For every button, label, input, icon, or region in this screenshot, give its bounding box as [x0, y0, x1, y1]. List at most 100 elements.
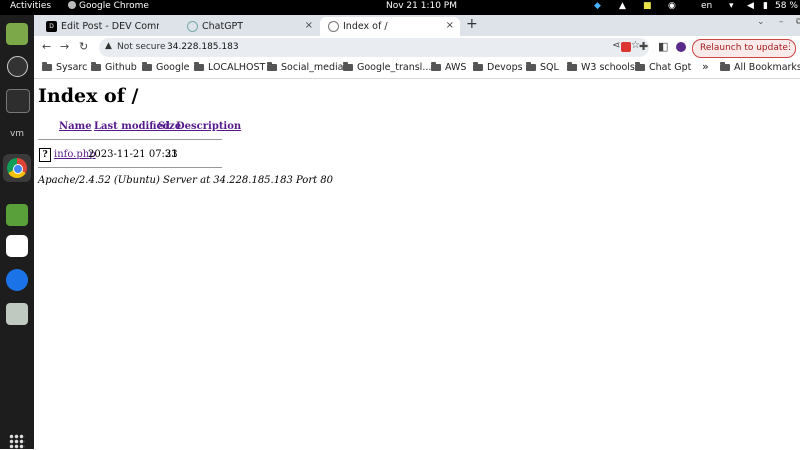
folder-icon — [431, 62, 441, 71]
terminal-icon[interactable] — [6, 89, 30, 113]
close-tab-icon[interactable]: × — [305, 20, 313, 31]
relaunch-label: Relaunch to update — [700, 43, 788, 53]
bookmarks-overflow-button[interactable]: » — [702, 60, 709, 73]
size-cell: 21 — [165, 149, 178, 160]
warning-icon[interactable]: ▲ — [105, 41, 112, 51]
side-panel-icon[interactable]: ◧ — [658, 40, 668, 53]
folder-icon — [91, 62, 101, 71]
active-app-label: Google Chrome — [79, 1, 149, 11]
minimize-icon[interactable]: – — [779, 17, 784, 27]
folder-icon — [142, 62, 152, 71]
bookmark-sql[interactable]: SQL — [526, 62, 559, 73]
folder-icon — [267, 62, 277, 71]
bookmark-devops[interactable]: Devops — [473, 62, 523, 73]
globe-favicon-icon — [328, 21, 339, 32]
tray-app-icon[interactable]: ▲ — [619, 1, 626, 11]
browser-toolbar: ← → ↻ ▲ Not secure 34.228.185.183 ⋖ ☆ ✚ … — [34, 36, 800, 59]
safari-icon[interactable] — [7, 56, 28, 77]
tab-index-of[interactable]: Index of / × — [320, 17, 460, 36]
sort-by-name-link[interactable]: Name — [59, 121, 92, 132]
folder-icon — [473, 62, 483, 71]
bookmark-label: Chat Gpt — [649, 62, 692, 73]
new-tab-button[interactable]: + — [466, 16, 478, 32]
bookmark-label: W3 schools — [581, 62, 635, 73]
tab-label: Index of / — [343, 21, 388, 32]
tab-chatgpt[interactable]: ChatGPT × — [179, 17, 319, 36]
vscode-tray-icon[interactable]: ◆ — [594, 1, 601, 11]
chrome-dock-active[interactable] — [3, 154, 31, 182]
page-title: Index of / — [38, 85, 139, 107]
close-tab-icon[interactable]: × — [446, 20, 454, 31]
unknown-file-icon[interactable]: ? — [39, 148, 51, 162]
sort-by-description-link[interactable]: Description — [176, 121, 241, 132]
bookmark-google-translate[interactable]: Google_transl... — [343, 62, 431, 73]
chrome-icon-center — [13, 164, 23, 174]
extension-red-icon[interactable] — [621, 42, 631, 52]
all-bookmarks-button[interactable]: All Bookmarks — [720, 62, 800, 73]
battery-level: 58 % — [775, 1, 798, 11]
reload-icon[interactable]: ↻ — [79, 40, 88, 53]
tab-search-icon[interactable]: ⌄ — [757, 17, 765, 27]
battery-icon[interactable]: ▮ — [763, 1, 768, 11]
folder-icon — [635, 62, 645, 71]
bookmark-label: Google_transl... — [357, 62, 432, 73]
notes-tray-icon[interactable]: ■ — [643, 1, 652, 11]
tab-dev-edit-post[interactable]: D Edit Post - DEV Commun — [38, 17, 166, 36]
column-header-description[interactable]: Description — [176, 121, 241, 132]
divider — [38, 167, 222, 168]
page-content: Index of / Name Last modified Size Descr… — [34, 79, 800, 449]
profile-avatar[interactable] — [676, 42, 686, 52]
clock[interactable]: Nov 21 1:10 PM — [386, 1, 457, 11]
folder-icon — [526, 62, 536, 71]
folder-icon — [720, 62, 730, 71]
relaunch-to-update-button[interactable]: Relaunch to update ⋮ — [692, 39, 796, 58]
app-grid-icon[interactable] — [9, 434, 25, 450]
back-icon[interactable]: ← — [42, 40, 51, 53]
extensions-puzzle-icon[interactable]: ✚ — [639, 40, 648, 53]
server-signature: Apache/2.4.52 (Ubuntu) Server at 34.228.… — [38, 175, 334, 186]
bookmark-sysarc[interactable]: Sysarc — [42, 62, 87, 73]
tray-app2-icon[interactable]: ◉ — [668, 1, 676, 11]
bookmark-localhost[interactable]: LOCALHOST — [194, 62, 265, 73]
bookmark-label: Devops — [487, 62, 523, 73]
bookmark-label: Github — [105, 62, 137, 73]
url-text[interactable]: 34.228.185.183 — [167, 42, 239, 52]
vlc-like-icon[interactable] — [6, 235, 28, 257]
volume-icon[interactable]: ◀ — [747, 1, 754, 11]
activities-button[interactable]: Activities — [10, 1, 51, 11]
files-icon[interactable] — [6, 23, 28, 45]
divider — [38, 139, 222, 140]
bookmark-chatgpt[interactable]: Chat Gpt — [635, 62, 691, 73]
forward-icon[interactable]: → — [60, 40, 69, 53]
bookmark-w3schools[interactable]: W3 schools — [567, 62, 635, 73]
trash-icon[interactable] — [6, 303, 28, 325]
vmware-icon[interactable]: vm — [6, 123, 28, 145]
bookmark-label: Sysarc — [56, 62, 88, 73]
restore-icon[interactable]: ⧉ — [796, 17, 800, 27]
bookmark-social-media[interactable]: Social_media — [267, 62, 344, 73]
kebab-menu-icon: ⋮ — [785, 42, 794, 52]
column-header-name[interactable]: Name — [59, 121, 92, 132]
tab-strip: D Edit Post - DEV Commun ChatGPT × Index… — [34, 15, 800, 36]
webex-icon[interactable] — [6, 269, 28, 291]
bookmark-google[interactable]: Google — [142, 62, 190, 73]
bookmark-github[interactable]: Github — [91, 62, 137, 73]
bookmark-label: AWS — [445, 62, 467, 73]
bookmark-label: SQL — [540, 62, 559, 73]
bookmark-label: Google — [156, 62, 190, 73]
folder-icon — [194, 62, 204, 71]
security-status[interactable]: Not secure — [117, 42, 166, 52]
address-bar[interactable]: ▲ Not secure 34.228.185.183 ⋖ ☆ — [99, 38, 649, 57]
tab-label: Edit Post - DEV Commun — [61, 21, 159, 32]
dev-favicon-icon: D — [46, 21, 57, 32]
bookmarks-bar: Sysarc Github Google LOCALHOST Social_me… — [34, 59, 800, 79]
active-app-menu[interactable]: Google Chrome — [68, 1, 149, 11]
text-editor-icon[interactable] — [6, 204, 28, 226]
wifi-icon[interactable]: ▾ — [729, 1, 734, 11]
chatgpt-favicon-icon — [187, 21, 198, 32]
bookmark-aws[interactable]: AWS — [431, 62, 466, 73]
bookmark-label: All Bookmarks — [734, 62, 800, 73]
share-icon[interactable]: ⋖ — [612, 40, 620, 51]
keyboard-layout-indicator[interactable]: en — [701, 1, 712, 11]
system-top-bar: Activities Google Chrome Nov 21 1:10 PM … — [0, 0, 800, 15]
